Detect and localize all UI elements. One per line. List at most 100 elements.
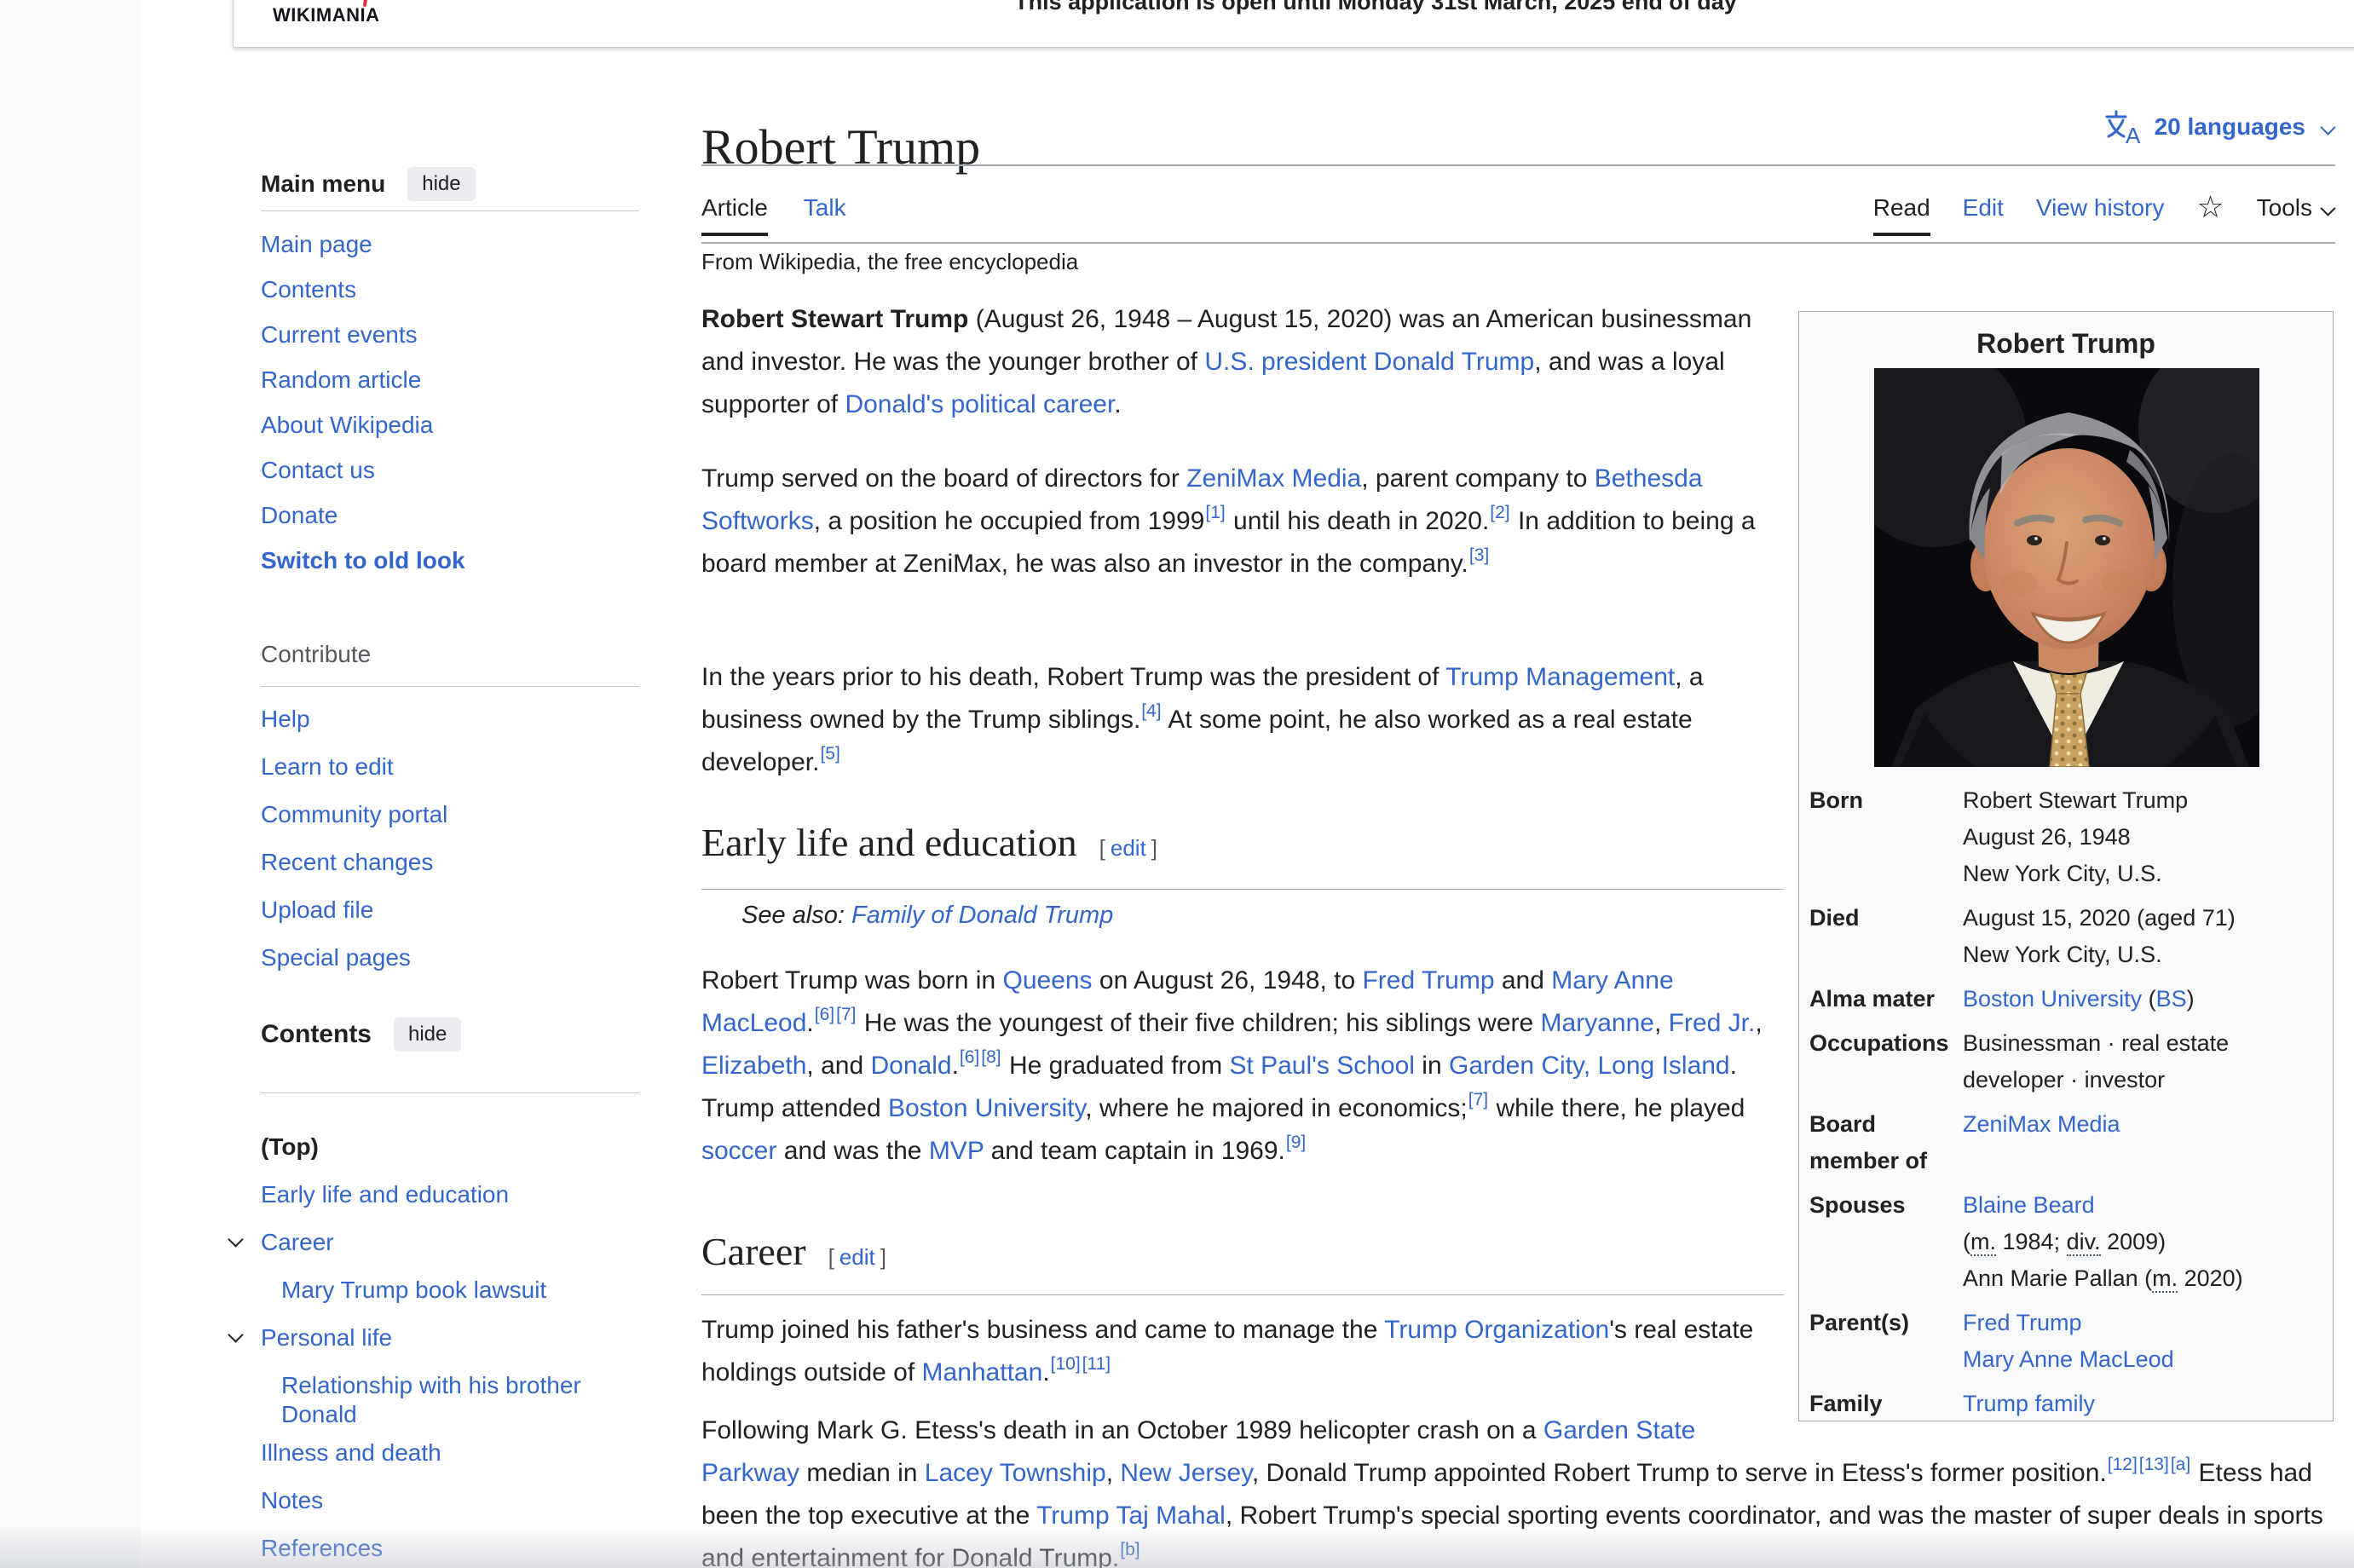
tab-talk[interactable]: Talk bbox=[804, 194, 846, 222]
wiki-link[interactable]: Trump Management bbox=[1445, 663, 1675, 691]
ref-link[interactable]: [10] bbox=[1051, 1354, 1081, 1374]
sidebar-item-contact-us[interactable]: Contact us bbox=[261, 447, 639, 493]
main-menu-hide-button[interactable]: hide bbox=[407, 167, 476, 201]
early-life-paragraph: Robert Trump was born in Queens on Augus… bbox=[701, 966, 1763, 1165]
sidebar-item-switch-to-old-look[interactable]: Switch to old look bbox=[261, 538, 639, 583]
wiki-link[interactable]: Boston University bbox=[1963, 986, 2142, 1012]
wiki-link[interactable]: St Paul's School bbox=[1229, 1052, 1415, 1080]
wiki-link[interactable]: New Jersey bbox=[1120, 1459, 1251, 1487]
wiki-link[interactable]: Boston University bbox=[888, 1094, 1085, 1122]
sidebar-item-main-page[interactable]: Main page bbox=[261, 222, 639, 267]
wiki-link[interactable]: BS bbox=[2156, 986, 2187, 1012]
ref-link[interactable]: [9] bbox=[1286, 1133, 1306, 1152]
wiki-link[interactable]: Trump Organization bbox=[1384, 1316, 1609, 1344]
sidebar-item-about-wikipedia[interactable]: About Wikipedia bbox=[261, 402, 639, 447]
toc-link-illness-and-death[interactable]: Illness and death bbox=[261, 1438, 639, 1467]
tools-menu-button[interactable]: Tools bbox=[2257, 194, 2336, 222]
toc-section-chevron-icon[interactable] bbox=[228, 1231, 244, 1248]
toc-hide-button[interactable]: hide bbox=[394, 1017, 462, 1052]
edit-section-link[interactable]: edit bbox=[1105, 835, 1151, 861]
ref-link[interactable]: [4] bbox=[1141, 701, 1161, 721]
wiki-link[interactable]: Trump family bbox=[1963, 1391, 2095, 1416]
languages-button[interactable]: A 20 languages bbox=[2103, 109, 2336, 145]
toc-item: Career bbox=[228, 1219, 639, 1266]
watchlist-star-icon[interactable]: ☆ bbox=[2196, 193, 2224, 223]
tab-read[interactable]: Read bbox=[1872, 194, 1930, 236]
toc-link-notes[interactable]: Notes bbox=[261, 1486, 639, 1515]
sidebar: Main menu hide Main page Contents Current … bbox=[228, 0, 639, 1568]
wiki-link[interactable]: Manhattan bbox=[922, 1358, 1043, 1386]
ref-link[interactable]: [8] bbox=[981, 1047, 1001, 1067]
sidebar-item-random-article[interactable]: Random article bbox=[261, 357, 639, 402]
contribute-list: Help Learn to edit Community portal Recent … bbox=[261, 695, 639, 982]
sidebar-item-contents[interactable]: Contents bbox=[261, 267, 639, 312]
namespace-tabs: Article Talk bbox=[701, 189, 846, 236]
wiki-link[interactable]: Trump Taj Mahal bbox=[1036, 1502, 1226, 1530]
ref-link[interactable]: [1] bbox=[1205, 503, 1225, 522]
ref-link[interactable]: [7] bbox=[1468, 1090, 1488, 1110]
divider bbox=[261, 686, 639, 687]
career-paragraph-1: Trump joined his father's business and c… bbox=[701, 1316, 1754, 1386]
ref-link[interactable]: [7] bbox=[836, 1005, 856, 1024]
toc-link-early-life-and-education[interactable]: Early life and education bbox=[261, 1180, 639, 1209]
toc-link-personal-life[interactable]: Personal life bbox=[261, 1323, 639, 1352]
ref-link[interactable]: [6] bbox=[815, 1005, 834, 1024]
infobox: Robert Trump Born Robert Stewart Trump A… bbox=[1798, 311, 2334, 1421]
infobox-row: Born Robert Stewart Trump August 26, 1948 N… bbox=[1799, 782, 2333, 900]
wiki-link[interactable]: Maryanne bbox=[1541, 1009, 1654, 1037]
wiki-link[interactable]: Elizabeth bbox=[701, 1052, 806, 1080]
toc-link-references[interactable]: References bbox=[261, 1534, 639, 1563]
ref-link[interactable]: [2] bbox=[1490, 503, 1509, 522]
infobox-portrait-image[interactable] bbox=[1874, 368, 2259, 767]
toc-link-mary-trump-book-lawsuit[interactable]: Mary Trump book lawsuit bbox=[281, 1276, 639, 1305]
divider bbox=[261, 1092, 639, 1093]
wiki-link[interactable]: Fred Trump bbox=[1362, 966, 1494, 994]
ref-link[interactable]: [3] bbox=[1469, 545, 1489, 565]
ref-link[interactable]: [b] bbox=[1120, 1540, 1139, 1559]
sidebar-item-recent-changes[interactable]: Recent changes bbox=[261, 839, 639, 886]
sidebar-item-upload-file[interactable]: Upload file bbox=[261, 886, 639, 934]
languages-label: 20 languages bbox=[2154, 113, 2305, 140]
toc-link--top-[interactable]: (Top) bbox=[261, 1133, 319, 1160]
ref-link[interactable]: [12] bbox=[2108, 1455, 2138, 1474]
wiki-link[interactable]: soccer bbox=[701, 1137, 776, 1165]
section-heading-early-life: Early life and education [edit] bbox=[701, 820, 1784, 890]
sidebar-item-learn-to-edit[interactable]: Learn to edit bbox=[261, 743, 639, 791]
toc-link-career[interactable]: Career bbox=[261, 1228, 639, 1257]
wiki-link[interactable]: Garden City, Long Island bbox=[1449, 1052, 1730, 1080]
edit-section-link[interactable]: edit bbox=[834, 1244, 880, 1270]
wiki-link[interactable]: Lacey Township bbox=[925, 1459, 1106, 1487]
toc-link-relationship-with-his-brother-donald[interactable]: Relationship with his brother Donald bbox=[281, 1371, 639, 1429]
translate-icon: A bbox=[2105, 110, 2141, 145]
see-also-link[interactable]: Family of Donald Trump bbox=[851, 902, 1113, 929]
sidebar-item-donate[interactable]: Donate bbox=[261, 493, 639, 538]
sidebar-item-help[interactable]: Help bbox=[261, 695, 639, 743]
tab-article[interactable]: Article bbox=[701, 194, 768, 236]
infobox-row-label: Born bbox=[1809, 787, 1863, 813]
sidebar-item-community-portal[interactable]: Community portal bbox=[261, 791, 639, 839]
tab-edit[interactable]: Edit bbox=[1963, 194, 2004, 222]
sidebar-item-special-pages[interactable]: Special pages bbox=[261, 934, 639, 982]
ref-link[interactable]: [11] bbox=[1082, 1354, 1111, 1374]
wiki-link[interactable]: Donald's political career bbox=[845, 390, 1114, 418]
wiki-link[interactable]: U.S. president Donald Trump bbox=[1204, 348, 1534, 376]
ref-link[interactable]: [a] bbox=[2171, 1455, 2190, 1474]
toc-section-chevron-icon[interactable] bbox=[228, 1327, 244, 1343]
wiki-link[interactable]: Fred Trump bbox=[1963, 1310, 2082, 1335]
wiki-link[interactable]: Blaine Beard bbox=[1963, 1192, 2095, 1218]
tab-view-history[interactable]: View history bbox=[2036, 194, 2164, 222]
wiki-link[interactable]: MVP bbox=[929, 1137, 984, 1165]
wiki-link[interactable]: Mary Anne MacLeod bbox=[701, 966, 1674, 1037]
wiki-link[interactable]: ZeniMax Media bbox=[1963, 1111, 2120, 1137]
ref-link[interactable]: [13] bbox=[2139, 1455, 2169, 1474]
wiki-link[interactable]: Donald bbox=[870, 1052, 951, 1080]
wiki-link[interactable]: Fred Jr. bbox=[1669, 1009, 1756, 1037]
infobox-row: Alma mater Boston University (BS) bbox=[1799, 981, 2333, 1025]
ref-link[interactable]: [5] bbox=[820, 744, 839, 764]
ref-link[interactable]: [6] bbox=[960, 1047, 979, 1067]
wiki-link[interactable]: Mary Anne MacLeod bbox=[1963, 1346, 2174, 1372]
sidebar-item-current-events[interactable]: Current events bbox=[261, 312, 639, 357]
wiki-link[interactable]: Queens bbox=[1002, 966, 1092, 994]
see-also-note: See also: Family of Donald Trump bbox=[741, 902, 1113, 930]
wiki-link[interactable]: ZeniMax Media bbox=[1186, 464, 1361, 493]
